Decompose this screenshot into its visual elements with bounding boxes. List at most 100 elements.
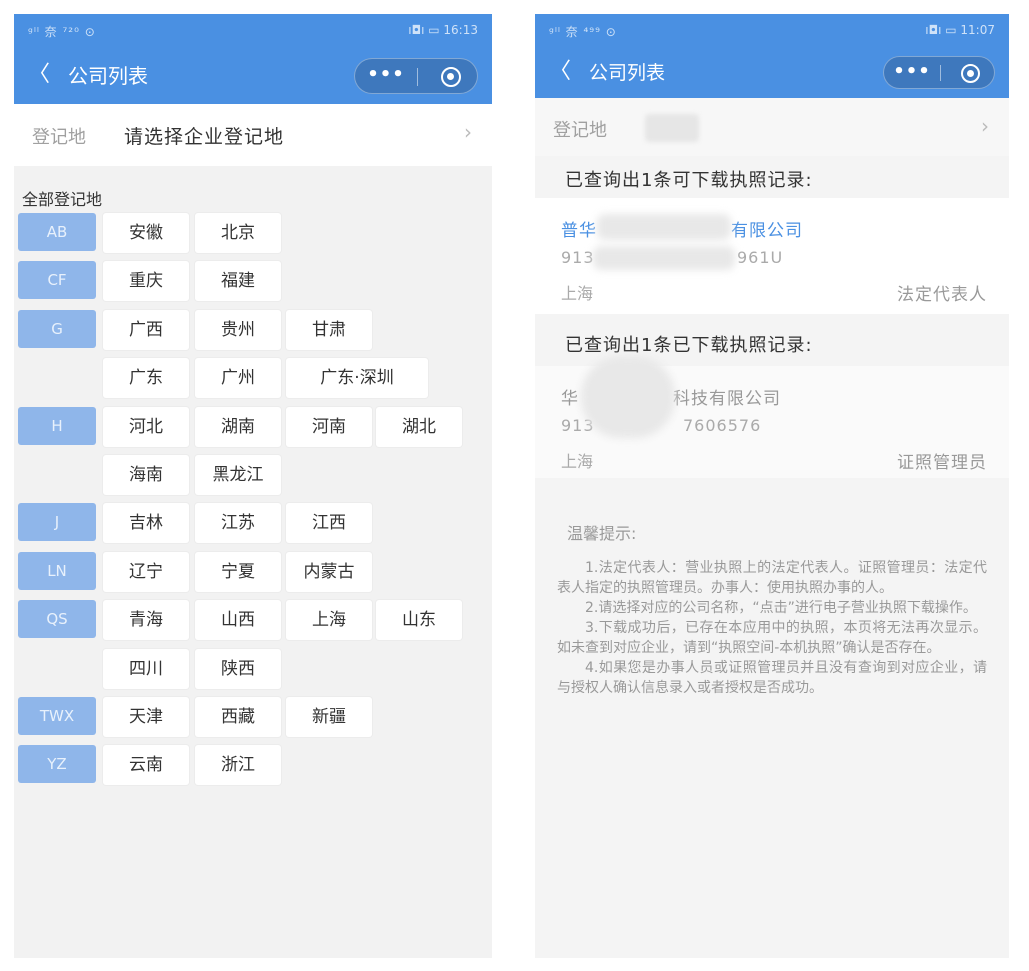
- region-option[interactable]: 青海: [103, 600, 189, 641]
- capsule-divider: [940, 65, 941, 81]
- role: 证照管理员: [897, 453, 987, 473]
- more-icon[interactable]: •••: [884, 57, 940, 88]
- section-title: 全部登记地: [22, 190, 103, 209]
- region-option[interactable]: 山西: [195, 600, 281, 641]
- status-right: ı◘ı ▭ 11:07: [925, 23, 995, 37]
- downloaded-record[interactable]: 华 科技有限公司 913 7606576 上海 证照管理员: [535, 356, 1009, 478]
- close-target-icon[interactable]: [441, 67, 461, 87]
- region-option[interactable]: 湖南: [195, 406, 281, 447]
- region-option[interactable]: 河北: [103, 406, 189, 447]
- region-group-row: 四川 陕西: [14, 648, 492, 696]
- region-selector[interactable]: 登记地 请选择企业登记地 ›: [14, 104, 492, 166]
- region-option[interactable]: 贵州: [195, 309, 281, 350]
- letter-index-tag: J: [18, 503, 96, 542]
- status-left: ᵍˡˡ 奈 ⁷²⁰ ⊙: [28, 25, 96, 39]
- tips-title: 温馨提示:: [567, 524, 637, 543]
- credit-code-end: 961U: [737, 248, 784, 267]
- tip-item: 3.下载成功后，已存在本应用中的执照，本页将无法再次显示。如未查到对应企业，请到…: [557, 620, 987, 656]
- letter-index-tag: QS: [18, 600, 96, 639]
- region-option[interactable]: 新疆: [286, 696, 372, 737]
- credit-code-end: 7606576: [683, 416, 762, 435]
- region-group-row: AB 安徽 北京: [14, 212, 492, 260]
- region-label: 登记地: [553, 120, 607, 141]
- region-option[interactable]: 北京: [195, 213, 281, 253]
- tips-panel: 温馨提示: 1.法定代表人：营业执照上的法定代表人。证照管理员：法定代表人指定的…: [557, 524, 987, 698]
- region-option[interactable]: 吉林: [103, 503, 189, 544]
- downloadable-title: 已查询出1条可下载执照记录:: [535, 164, 1009, 198]
- redaction-mask: [597, 214, 731, 240]
- nav-bar: 〈 公司列表 •••: [535, 48, 1009, 98]
- region-option[interactable]: 海南: [103, 454, 189, 495]
- credit-code-start: 913: [561, 248, 595, 267]
- region-option[interactable]: 天津: [103, 696, 189, 737]
- back-icon[interactable]: 〈: [28, 62, 50, 88]
- letter-index-tag: CF: [18, 261, 96, 300]
- more-icon[interactable]: •••: [355, 59, 417, 93]
- status-bar: ᵍˡˡ 奈 ⁴⁹⁹ ⊙ ı◘ı ▭ 11:07: [535, 14, 1009, 48]
- region-option[interactable]: 黑龙江: [195, 454, 281, 495]
- region-option[interactable]: 四川: [103, 648, 189, 689]
- region-option[interactable]: 广州: [195, 358, 281, 399]
- region-option[interactable]: 湖北: [376, 406, 462, 447]
- page-title: 公司列表: [68, 64, 148, 88]
- region-option[interactable]: 广东·深圳: [286, 358, 428, 399]
- page-title: 公司列表: [589, 62, 666, 84]
- region-option[interactable]: 上海: [286, 600, 372, 641]
- tip-item: 4.如果您是办事人员或证照管理员并且没有查询到对应企业，请与授权人确认信息录入或…: [557, 660, 987, 696]
- region-selector[interactable]: 登记地 ›: [535, 98, 1009, 156]
- region-option[interactable]: 河南: [286, 406, 372, 447]
- region-group-row: 广东 广州 广东·深圳: [14, 357, 492, 405]
- region-option[interactable]: 陕西: [195, 648, 281, 689]
- region-option[interactable]: 云南: [103, 745, 189, 786]
- region-group-row: QS 青海 山西 上海 山东: [14, 599, 492, 647]
- company-name-end: 科技有限公司: [673, 389, 781, 409]
- region-group-row: CF 重庆 福建: [14, 260, 492, 308]
- chevron-right-icon: ›: [464, 120, 472, 144]
- redaction-mask: [593, 246, 735, 270]
- region-option[interactable]: 甘肃: [286, 309, 372, 350]
- region-group-row: G 广西 贵州 甘肃: [14, 309, 492, 357]
- region-group-row: 海南 黑龙江: [14, 454, 492, 502]
- letter-index-tag: LN: [18, 551, 96, 590]
- back-icon[interactable]: 〈: [549, 59, 571, 85]
- region-option[interactable]: 浙江: [195, 745, 281, 786]
- region-value-redacted: [645, 114, 699, 142]
- region-option[interactable]: 山东: [376, 600, 462, 641]
- redaction-mask: [581, 356, 675, 438]
- location: 上海: [561, 284, 594, 303]
- right-screen: ᵍˡˡ 奈 ⁴⁹⁹ ⊙ ı◘ı ▭ 11:07 〈 公司列表 ••• 登记地 ›…: [535, 14, 1009, 958]
- region-grid: AB 安徽 北京 CF 重庆 福建 G 广西 贵州 甘肃 广东 广州 广东·深圳 H 河北 湖南 河南 湖北 海南黑…: [14, 212, 492, 793]
- status-right: ı◘ı ▭ 16:13: [408, 23, 478, 37]
- miniprogram-capsule: •••: [883, 56, 995, 89]
- region-label: 登记地: [32, 127, 86, 148]
- status-bar: ᵍˡˡ 奈 ⁷²⁰ ⊙ ı◘ı ▭ 16:13: [14, 14, 492, 48]
- letter-index-tag: H: [18, 406, 96, 445]
- region-value: 请选择企业登记地: [124, 126, 285, 148]
- region-option[interactable]: 西藏: [195, 696, 281, 737]
- region-option[interactable]: 辽宁: [103, 551, 189, 592]
- region-option[interactable]: 重庆: [103, 261, 189, 302]
- region-option[interactable]: 福建: [195, 261, 281, 302]
- region-option[interactable]: 内蒙古: [286, 551, 372, 592]
- region-group-row: YZ 云南 浙江: [14, 744, 492, 792]
- downloadable-record[interactable]: 普华 有限公司 913 961U 上海 法定代表人: [535, 198, 1009, 314]
- region-option[interactable]: 安徽: [103, 213, 189, 253]
- location: 上海: [561, 452, 594, 471]
- left-screen: ᵍˡˡ 奈 ⁷²⁰ ⊙ ı◘ı ▭ 16:13 〈 公司列表 ••• 登记地 请…: [14, 14, 492, 958]
- close-target-icon[interactable]: [961, 64, 980, 83]
- letter-index-tag: G: [18, 309, 96, 348]
- role: 法定代表人: [897, 285, 987, 305]
- region-option[interactable]: 广西: [103, 309, 189, 350]
- tip-item: 1.法定代表人：营业执照上的法定代表人。证照管理员：法定代表人指定的执照管理员。…: [557, 560, 987, 596]
- region-option[interactable]: 江西: [286, 503, 372, 544]
- region-group-row: J 吉林 江苏 江西: [14, 502, 492, 550]
- region-option[interactable]: 广东: [103, 358, 189, 399]
- region-group-row: H 河北 湖南 河南 湖北: [14, 406, 492, 454]
- capsule-divider: [417, 68, 418, 86]
- region-option[interactable]: 江苏: [195, 503, 281, 544]
- region-option[interactable]: 宁夏: [195, 551, 281, 592]
- miniprogram-capsule: •••: [354, 58, 478, 94]
- nav-bar: 〈 公司列表 •••: [14, 48, 492, 104]
- region-group-row: TWX 天津 西藏 新疆: [14, 696, 492, 744]
- status-left: ᵍˡˡ 奈 ⁴⁹⁹ ⊙: [549, 25, 617, 39]
